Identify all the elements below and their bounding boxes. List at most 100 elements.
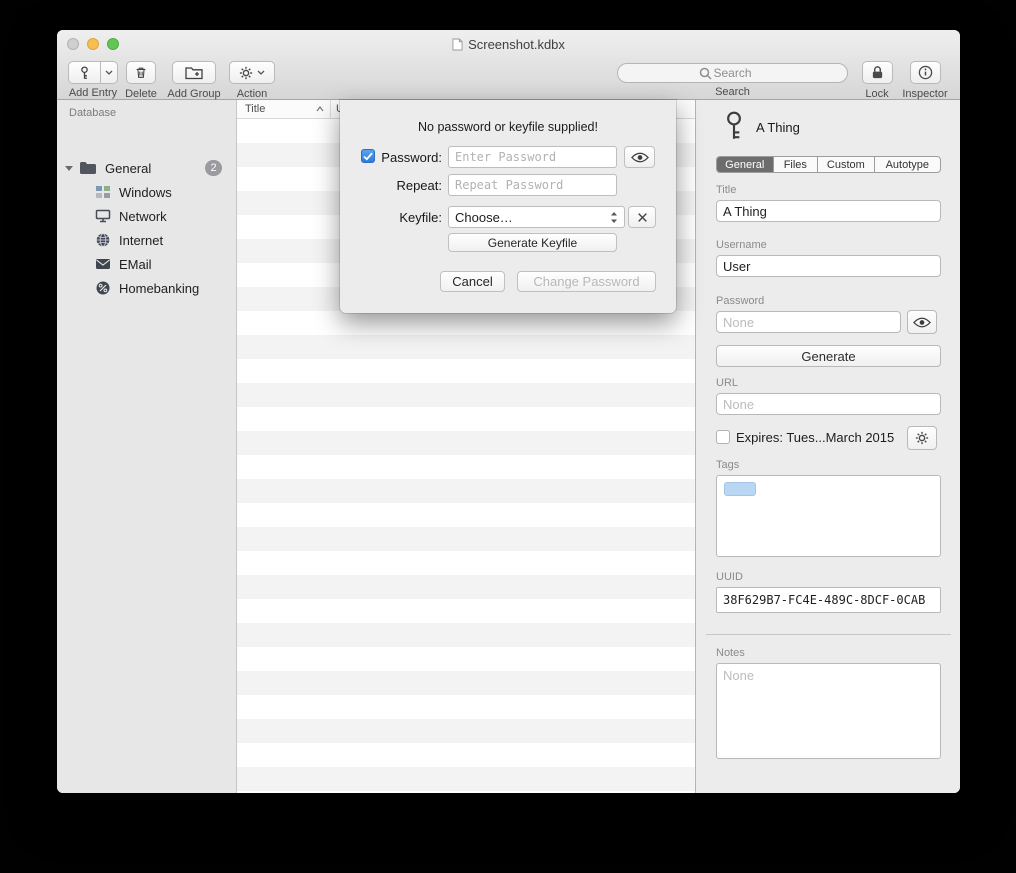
gear-icon [915,431,929,445]
inspector-label: Inspector [895,88,955,100]
inspector-tabs: General Files Custom Autotype [716,156,941,173]
add-group-button[interactable] [172,61,216,84]
close-icon [637,212,648,223]
homebanking-icon [95,280,111,296]
add-group-label: Add Group [163,88,225,100]
generate-password-button[interactable]: Generate [716,345,941,367]
sidebar-item-label: Homebanking [119,281,199,296]
username-field[interactable] [716,255,941,277]
sidebar-item-general[interactable]: General 2 [57,156,236,180]
sidebar-item-label: Network [119,209,167,224]
column-header-title[interactable]: Title [245,103,265,115]
action-button[interactable] [229,61,275,84]
internet-icon [95,232,111,248]
eye-icon [913,317,931,328]
url-field[interactable] [716,393,941,415]
uuid-field[interactable] [716,587,941,613]
uuid-label: UUID [716,571,743,583]
entry-key-icon [722,110,746,142]
tags-box[interactable] [716,475,941,557]
folder-icon [79,161,97,175]
key-icon [77,65,92,81]
password-field-label: Password [716,295,764,307]
username-field-label: Username [716,239,767,251]
generate-keyfile-button[interactable]: Generate Keyfile [448,233,617,252]
notes-field[interactable] [716,663,941,759]
toolbar-item-search: Search [617,61,848,98]
sidebar-item-email[interactable]: EMail [57,252,236,276]
windows-icon [95,184,111,200]
document-proxy-icon [452,38,463,51]
reveal-password-button[interactable] [907,310,937,334]
trash-icon [134,65,148,80]
delete-label: Delete [119,88,163,100]
folder-plus-icon [185,65,203,80]
tags-label: Tags [716,459,739,471]
repeat-label: Repeat: [370,178,442,193]
inspector-button[interactable] [910,61,941,84]
keyfile-selected-value: Choose… [455,210,610,225]
entry-count-badge: 2 [205,160,222,176]
search-field [617,63,848,83]
change-password-button[interactable]: Change Password [517,271,656,292]
entry-title: A Thing [756,120,800,135]
app-window: Screenshot.kdbx Add Entry Delete [57,30,960,793]
stepper-icon [610,211,618,224]
sidebar-header: Database [69,107,116,119]
sort-ascending-icon [316,106,324,112]
gear-icon [239,66,253,80]
sidebar-item-label: Internet [119,233,163,248]
lock-button[interactable] [862,61,893,84]
add-entry-dropdown-button[interactable] [101,61,118,84]
title-field[interactable] [716,200,941,222]
toolbar-item-add-entry: Add Entry [65,61,121,99]
sidebar-item-windows[interactable]: Windows [57,180,236,204]
toolbar-item-action: Action [227,61,277,100]
expires-settings-button[interactable] [907,426,937,450]
info-icon [918,65,933,80]
lock-label: Lock [857,88,897,100]
delete-button[interactable] [126,61,156,84]
reveal-password-button[interactable] [624,146,655,168]
password-dialog: No password or keyfile supplied! Passwor… [340,100,676,313]
sidebar-item-homebanking[interactable]: Homebanking [57,276,236,300]
sidebar: Database General 2 Windows Network Inter… [57,100,237,793]
keyfile-label: Keyfile: [370,210,442,225]
column-divider[interactable] [330,100,331,118]
add-entry-button[interactable] [68,61,101,84]
sidebar-item-label: Windows [119,185,172,200]
sidebar-item-network[interactable]: Network [57,204,236,228]
title-field-label: Title [716,184,736,196]
toolbar-item-add-group: Add Group [163,61,225,100]
action-label: Action [227,88,277,100]
add-entry-label: Add Entry [65,87,121,99]
sidebar-item-internet[interactable]: Internet [57,228,236,252]
notes-label: Notes [716,647,745,659]
titlebar: Screenshot.kdbx [57,36,960,52]
toolbar: Add Entry Delete Add Group Action [57,59,960,100]
expires-checkbox[interactable] [716,430,730,444]
password-input[interactable] [448,146,617,168]
tag-chip[interactable] [724,482,756,496]
tab-general[interactable]: General [717,157,774,172]
disclosure-triangle-icon[interactable] [65,164,73,172]
window-title: Screenshot.kdbx [468,37,565,52]
dialog-message: No password or keyfile supplied! [340,120,676,134]
lock-icon [871,65,884,80]
tab-custom[interactable]: Custom [818,157,875,172]
inspector-panel: A Thing General Files Custom Autotype Ti… [695,100,960,793]
toolbar-item-inspector: Inspector [895,61,955,100]
repeat-password-input[interactable] [448,174,617,196]
search-input[interactable] [618,64,847,82]
chevron-down-icon [105,70,113,75]
password-field[interactable] [716,311,901,333]
tab-files[interactable]: Files [774,157,819,172]
toolbar-item-delete: Delete [119,61,163,100]
tab-autotype[interactable]: Autotype [875,157,940,172]
cancel-button[interactable]: Cancel [440,271,505,292]
network-icon [95,208,111,224]
keyfile-dropdown[interactable]: Choose… [448,206,625,228]
url-field-label: URL [716,377,738,389]
search-label: Search [617,86,848,98]
clear-keyfile-button[interactable] [628,206,656,228]
